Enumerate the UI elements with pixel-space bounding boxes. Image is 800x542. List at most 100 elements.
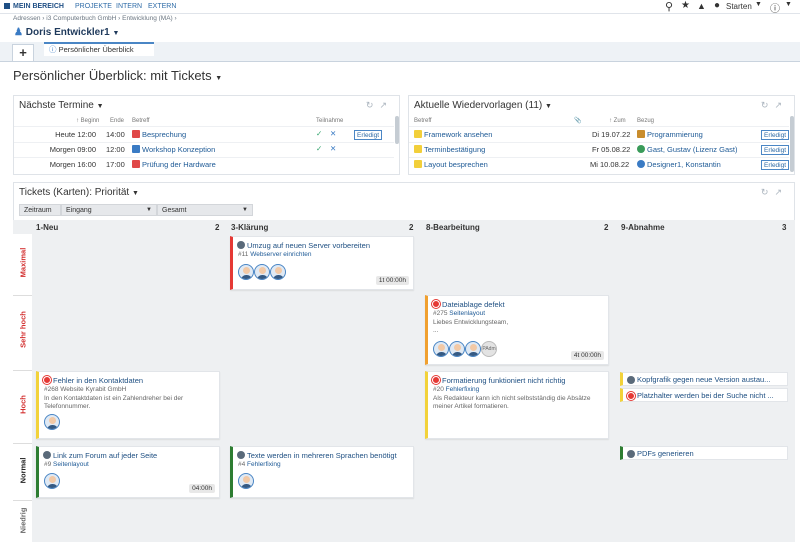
decline-icon[interactable]: ✕ — [330, 129, 336, 138]
refresh-icon[interactable]: ↻ — [761, 100, 775, 110]
ticket-card[interactable]: Dateiablage defekt #275 Seitenlayout Lie… — [425, 295, 609, 365]
scrollbar[interactable] — [395, 116, 399, 144]
popout-icon[interactable]: ↗ — [774, 100, 788, 110]
ticket-card[interactable]: Umzug auf neuen Server vorbereiten #11 W… — [230, 236, 414, 290]
current-user[interactable]: ♟ Doris Entwickler1 ▼ — [14, 27, 119, 38]
nav-projekte[interactable]: PROJEKTE — [75, 3, 112, 10]
ticket-card[interactable]: Platzhalter werden bei der Suche nicht .… — [620, 388, 788, 402]
avatar[interactable]: PAdm — [481, 341, 497, 357]
ticket-project[interactable]: Seitenlayout — [449, 310, 485, 317]
termine-title[interactable]: Nächste Termine ▼ — [19, 100, 104, 111]
col-header[interactable]: Teilnahme — [316, 118, 343, 124]
breadcrumb-item[interactable]: Entwicklung (MA) — [122, 15, 173, 22]
avatar[interactable] — [44, 473, 60, 489]
ticket-card[interactable]: Fehler in den Kontaktdaten #268 Website … — [36, 371, 220, 439]
page-title[interactable]: Persönlicher Überblick: mit Tickets ▼ — [13, 68, 222, 83]
user-name: Doris Entwickler1 — [25, 27, 110, 38]
erledigt-button[interactable]: Erledigt — [761, 130, 790, 140]
home-icon[interactable] — [4, 3, 10, 9]
ticket-title[interactable]: Dateiablage defekt — [442, 300, 505, 309]
wiedervorlagen-title[interactable]: Aktuelle Wiedervorlagen (11) ▼ — [414, 100, 552, 111]
wv-ref[interactable]: Gast, Gustav (Lizenz Gast) — [637, 145, 737, 154]
ticket-card[interactable]: Texte werden in mehreren Sprachen benöti… — [230, 446, 414, 498]
start-button[interactable]: Starten — [726, 2, 752, 11]
erledigt-button[interactable]: Erledigt — [761, 145, 790, 155]
gesamt-select[interactable]: Gesamt ▼ — [157, 204, 253, 216]
scrollbar[interactable] — [790, 116, 794, 172]
wv-ref[interactable]: Programmierung — [637, 130, 703, 139]
col-header[interactable]: Ende — [110, 118, 124, 124]
ticket-title[interactable]: PDFs generieren — [637, 449, 694, 458]
col-header[interactable]: ↑ Zum — [609, 118, 626, 124]
eingang-select[interactable]: Eingang ▼ — [61, 204, 157, 216]
erledigt-button[interactable]: Erledigt — [354, 130, 383, 140]
chevron-down-icon[interactable]: ▼ — [755, 1, 762, 8]
nav-intern[interactable]: INTERN — [116, 3, 142, 10]
tools-icon — [237, 241, 245, 249]
help-icon[interactable]: ⓘ — [770, 0, 780, 15]
avatar[interactable] — [44, 414, 60, 430]
erledigt-button[interactable]: Erledigt — [761, 160, 790, 170]
bug-icon — [627, 392, 635, 400]
attachment-icon: 📎 — [574, 118, 582, 124]
nav-extern[interactable]: EXTERN — [148, 3, 176, 10]
popout-icon[interactable]: ↗ — [774, 187, 788, 197]
avatar[interactable] — [449, 341, 465, 357]
termin-subject[interactable]: Prüfung der Hardware — [132, 160, 216, 169]
bug-icon — [43, 376, 51, 384]
tab-persoenlicher-ueberblick[interactable]: ⓘ Persönlicher Überblick — [44, 42, 154, 56]
zeitraum-label: Zeitraum — [19, 204, 61, 216]
breadcrumb-item[interactable]: i3 Computerbuch GmbH — [46, 15, 116, 22]
ticket-project[interactable]: Fehlerfixing — [247, 461, 281, 468]
termin-subject[interactable]: Besprechung — [132, 130, 186, 139]
column-header: 9-Abnahme — [621, 223, 665, 232]
ticket-title[interactable]: Umzug auf neuen Server vorbereiten — [247, 241, 370, 250]
col-header[interactable]: Betreff — [414, 118, 432, 124]
search-icon[interactable]: ⚲ — [665, 0, 673, 13]
wv-ref[interactable]: Designer1, Konstantin — [637, 160, 721, 169]
add-tab-button[interactable]: + — [12, 44, 34, 61]
avatar[interactable] — [254, 264, 270, 280]
wv-subject[interactable]: Framework ansehen — [414, 130, 492, 139]
ticket-project[interactable]: Fehlerfixing — [446, 386, 480, 393]
ticket-card[interactable]: Formatierung funktioniert nicht richtig … — [425, 371, 609, 439]
ticket-title[interactable]: Platzhalter werden bei der Suche nicht .… — [637, 391, 774, 400]
ticket-card[interactable]: PDFs generieren — [620, 446, 788, 460]
ticket-title[interactable]: Kopfgrafik gegen neue Version austau... — [637, 375, 770, 384]
accept-icon[interactable]: ✓ — [316, 144, 322, 153]
refresh-icon[interactable]: ↻ — [366, 100, 380, 110]
col-header[interactable]: Bezug — [637, 118, 654, 124]
start-icon[interactable]: ● — [714, 0, 720, 11]
bell-icon[interactable]: ▲ — [697, 1, 706, 11]
ticket-project[interactable]: Webserver einrichten — [250, 251, 311, 258]
col-header[interactable]: ↑ Beginn — [76, 118, 99, 124]
ticket-project[interactable]: Seitenlayout — [53, 461, 89, 468]
ticket-card[interactable]: Kopfgrafik gegen neue Version austau... — [620, 372, 788, 386]
breadcrumb-item[interactable]: Adressen — [13, 15, 40, 22]
avatar[interactable] — [270, 264, 286, 280]
refresh-icon[interactable]: ↻ — [761, 187, 775, 197]
wv-date: Fr 05.08.22 — [592, 145, 631, 154]
wv-subject[interactable]: Terminbestätigung — [414, 145, 485, 154]
avatar[interactable] — [465, 341, 481, 357]
chevron-down-icon[interactable]: ▼ — [785, 1, 792, 8]
avatar[interactable] — [433, 341, 449, 357]
termin-begin: Morgen 16:00 — [49, 160, 96, 169]
ticket-title[interactable]: Fehler in den Kontaktdaten — [53, 376, 143, 385]
bug-icon — [432, 376, 440, 384]
ticket-card[interactable]: Link zum Forum auf jeder Seite #9 Seiten… — [36, 446, 220, 498]
accept-icon[interactable]: ✓ — [316, 129, 322, 138]
ticket-title[interactable]: Texte werden in mehreren Sprachen benöti… — [247, 451, 397, 460]
termin-subject[interactable]: Workshop Konzeption — [132, 145, 215, 154]
decline-icon[interactable]: ✕ — [330, 144, 336, 153]
nav-mein-bereich[interactable]: MEIN BEREICH — [13, 3, 64, 10]
col-header[interactable]: Betreff — [132, 118, 150, 124]
star-icon[interactable]: ★ — [681, 0, 690, 11]
ticket-title[interactable]: Link zum Forum auf jeder Seite — [53, 451, 157, 460]
wv-subject[interactable]: Layout besprechen — [414, 160, 488, 169]
avatar[interactable] — [238, 264, 254, 280]
ticket-title[interactable]: Formatierung funktioniert nicht richtig — [442, 376, 565, 385]
popout-icon[interactable]: ↗ — [379, 100, 393, 110]
avatar[interactable] — [238, 473, 254, 489]
tickets-title[interactable]: Tickets (Karten): Priorität ▼ — [19, 187, 139, 198]
